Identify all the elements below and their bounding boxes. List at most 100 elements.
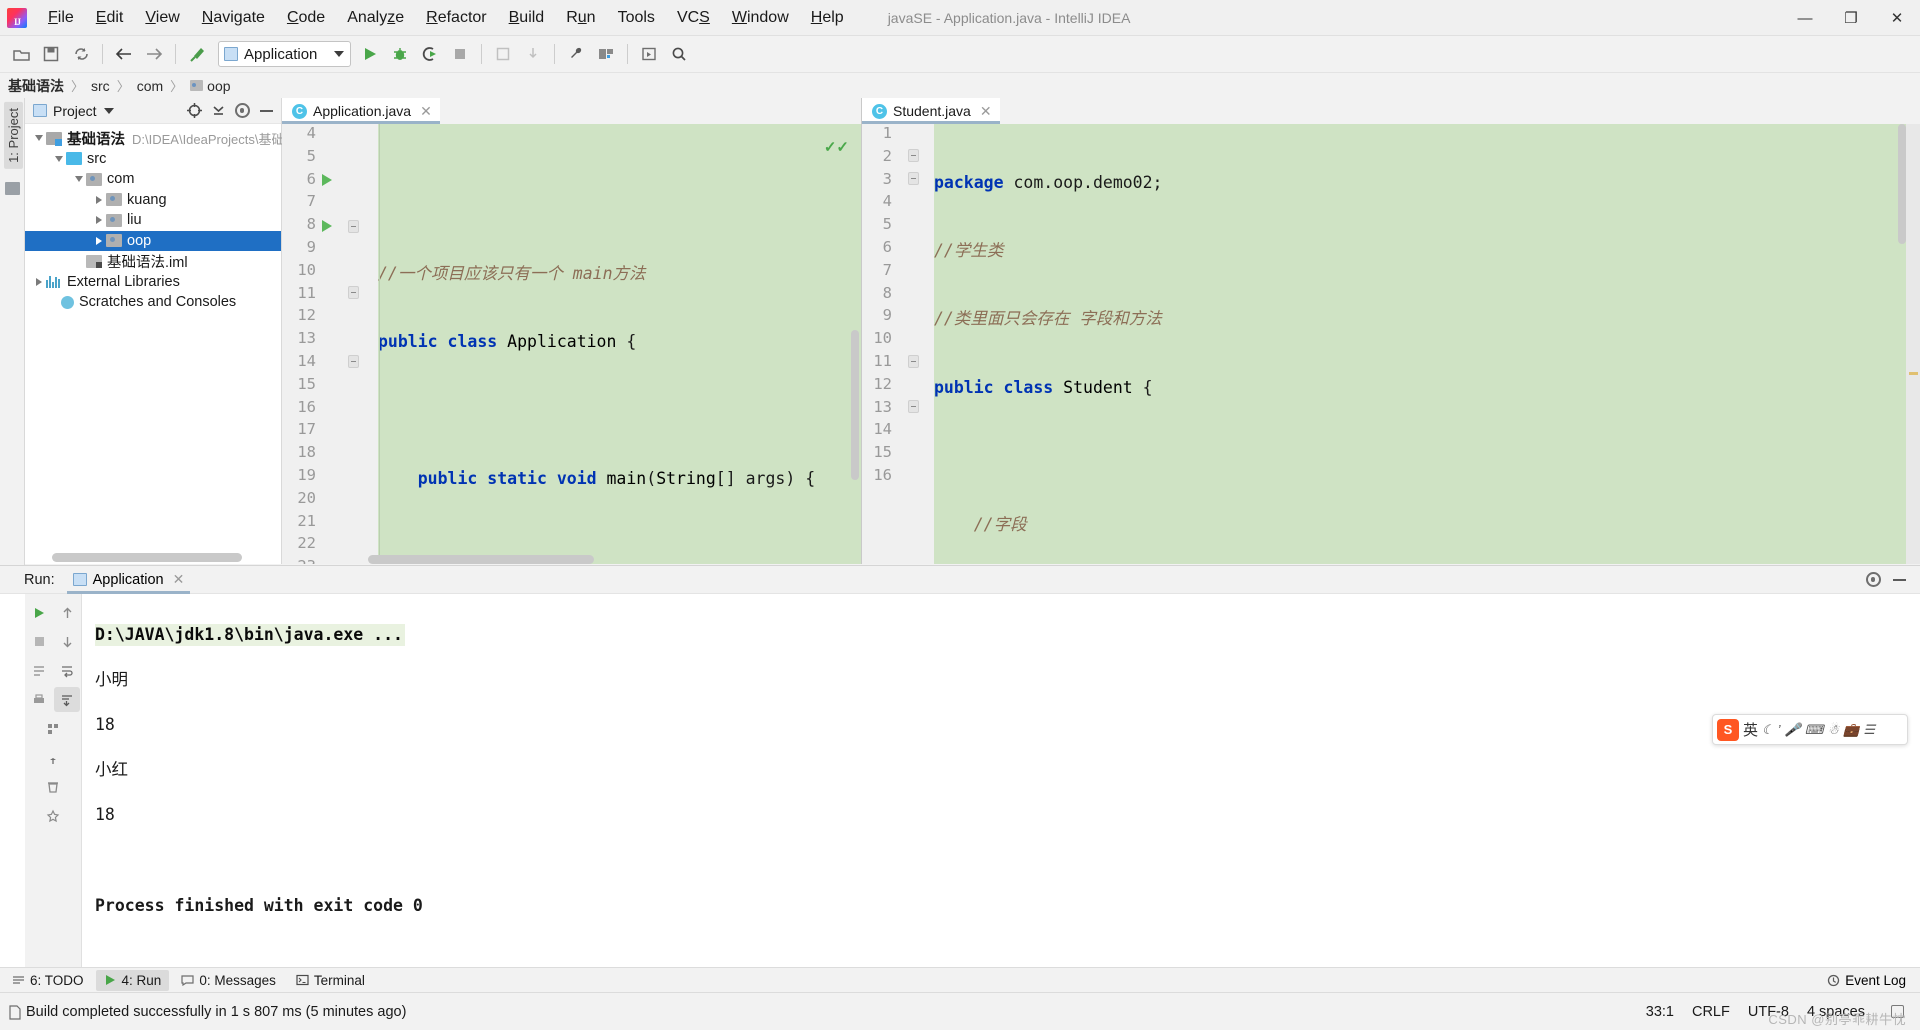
tree-node-com[interactable]: com xyxy=(25,169,281,190)
event-log-button[interactable]: Event Log xyxy=(1827,973,1906,988)
settings-wrench-icon[interactable] xyxy=(563,41,589,67)
run-with-coverage-icon[interactable] xyxy=(417,41,443,67)
editor-gutter-right[interactable]: 1 2 3 4 5 6 7 8 9 10 11 12 13 14 15 16 xyxy=(862,124,934,564)
fold-marker-icon[interactable] xyxy=(908,400,919,413)
debug-icon[interactable] xyxy=(387,41,413,67)
fold-marker-icon[interactable] xyxy=(908,172,919,185)
tree-node-liu[interactable]: liu xyxy=(25,210,281,231)
menu-icon[interactable]: ☰ xyxy=(1863,722,1875,738)
twisty-right-icon[interactable] xyxy=(31,277,46,286)
stop-icon[interactable] xyxy=(447,41,473,67)
search-everywhere-icon[interactable] xyxy=(666,41,692,67)
mic-icon[interactable]: 🎤 xyxy=(1785,722,1801,738)
forward-icon[interactable] xyxy=(141,41,167,67)
close-icon[interactable]: ✕ xyxy=(173,571,185,588)
keyboard-icon[interactable]: ⌨ xyxy=(1805,722,1824,738)
scroll-up-icon[interactable] xyxy=(54,600,80,625)
tree-node-iml[interactable]: 基础语法.iml xyxy=(25,251,281,272)
pin-icon[interactable] xyxy=(40,745,66,770)
line-separator[interactable]: CRLF xyxy=(1692,1004,1730,1020)
twisty-right-icon[interactable] xyxy=(91,216,106,225)
twisty-right-icon[interactable] xyxy=(91,236,106,245)
tool-tab-project[interactable]: 1: Project xyxy=(4,102,23,169)
stop-icon[interactable] xyxy=(26,629,52,654)
editor-gutter-left[interactable]: 4 5 6 7 8 9 10 11 12 13 14 15 16 17 18 1… xyxy=(282,124,378,564)
editor-hscrollbar-left[interactable] xyxy=(282,555,862,564)
close-icon[interactable]: ✕ xyxy=(420,103,432,120)
fold-marker-icon[interactable] xyxy=(908,149,919,162)
fold-marker-icon[interactable] xyxy=(348,286,359,299)
thread-dump-icon[interactable] xyxy=(26,658,52,683)
minimize-button[interactable]: — xyxy=(1782,0,1828,36)
tree-node-src[interactable]: src xyxy=(25,149,281,170)
menu-run[interactable]: Run xyxy=(555,6,606,30)
breadcrumb-item-2[interactable]: com xyxy=(137,78,163,94)
bottom-tab-messages[interactable]: 0: Messages xyxy=(173,970,284,991)
menu-tools[interactable]: Tools xyxy=(607,6,666,30)
scroll-to-end-icon[interactable] xyxy=(54,687,80,712)
gear-icon[interactable] xyxy=(1862,569,1884,591)
breadcrumb-item-0[interactable]: 基础语法 xyxy=(8,76,64,96)
run-console-output[interactable]: D:\JAVA\jdk1.8\bin\java.exe ... 小明 18 小红… xyxy=(83,594,1920,992)
inspection-mark[interactable] xyxy=(1909,372,1918,375)
caret-position[interactable]: 33:1 xyxy=(1646,1004,1674,1020)
editor-pane-application[interactable]: 4 5 6 7 8 9 10 11 12 13 14 15 16 17 18 1… xyxy=(282,124,862,564)
sogou-logo-icon[interactable]: S xyxy=(1717,718,1739,741)
emoji-icon[interactable]: ☃ xyxy=(1828,722,1840,738)
twisty-right-icon[interactable] xyxy=(91,195,106,204)
moon-icon[interactable]: ☾ xyxy=(1762,722,1774,738)
menu-edit[interactable]: Edit xyxy=(85,6,135,30)
run-gutter-icon[interactable] xyxy=(322,219,332,232)
tree-node-oop[interactable]: oop xyxy=(25,230,281,251)
editor-code-application[interactable]: //一个项目应该只有一个 main方法 public class Applica… xyxy=(378,124,861,564)
select-opened-file-icon[interactable] xyxy=(636,41,662,67)
rerun-icon[interactable] xyxy=(26,600,52,625)
maximize-button[interactable]: ❐ xyxy=(1828,0,1874,36)
sync-icon[interactable] xyxy=(68,41,94,67)
update-project-icon[interactable] xyxy=(490,41,516,67)
run-tab-application[interactable]: Application ✕ xyxy=(66,566,191,594)
ime-mode-label[interactable]: 英 xyxy=(1743,719,1758,740)
editor-vscrollbar-right[interactable] xyxy=(1898,124,1906,244)
twisty-down-icon[interactable] xyxy=(71,176,86,183)
close-icon[interactable]: ✕ xyxy=(980,103,992,120)
editor-tab-application-java[interactable]: C Application.java ✕ xyxy=(282,98,440,124)
breadcrumb-item-3-wrap[interactable]: oop xyxy=(190,78,231,94)
back-icon[interactable] xyxy=(111,41,137,67)
tree-node-external-libraries[interactable]: External Libraries xyxy=(25,272,281,293)
project-panel-hscrollbar[interactable] xyxy=(26,553,281,562)
bottom-tab-todo[interactable]: 6: TODO xyxy=(4,970,92,991)
run-gutter-icon[interactable] xyxy=(322,174,332,186)
menu-code[interactable]: Code xyxy=(276,6,336,30)
project-structure-icon[interactable] xyxy=(593,41,619,67)
commit-icon[interactable] xyxy=(520,41,546,67)
run-icon[interactable] xyxy=(357,41,383,67)
structure-view-icon[interactable] xyxy=(5,182,20,195)
menu-file[interactable]: File xyxy=(37,6,85,30)
hide-panel-icon[interactable] xyxy=(255,100,277,122)
menu-view[interactable]: View xyxy=(134,6,190,30)
editor-pane-student[interactable]: 1 2 3 4 5 6 7 8 9 10 11 12 13 14 15 16 p… xyxy=(862,124,1920,564)
menu-analyze[interactable]: Analyze xyxy=(336,6,415,30)
bottom-tab-terminal[interactable]: Terminal xyxy=(288,970,373,991)
menu-help[interactable]: Help xyxy=(800,6,855,30)
pinyin-icon[interactable]: ’ xyxy=(1778,722,1781,737)
hide-panel-icon[interactable] xyxy=(1888,569,1910,591)
editor-code-student[interactable]: package com.oop.demo02; //学生类 //类里面只会存在 … xyxy=(934,124,1920,564)
print-icon[interactable] xyxy=(26,687,52,712)
close-button[interactable]: ✕ xyxy=(1874,0,1920,36)
collapse-all-icon[interactable] xyxy=(207,100,229,122)
build-hammer-icon[interactable] xyxy=(184,41,210,67)
twisty-down-icon[interactable] xyxy=(51,155,66,162)
tree-node-scratches[interactable]: Scratches and Consoles xyxy=(25,292,281,313)
clear-all-icon[interactable] xyxy=(40,774,66,799)
chevron-down-icon[interactable] xyxy=(103,107,114,114)
menu-navigate[interactable]: Navigate xyxy=(191,6,276,30)
menu-build[interactable]: Build xyxy=(498,6,556,30)
gear-icon[interactable] xyxy=(231,100,253,122)
inspection-strip-right[interactable] xyxy=(1906,124,1920,564)
fold-marker-icon[interactable] xyxy=(348,355,359,368)
open-settings-icon[interactable] xyxy=(40,716,66,741)
twisty-down-icon[interactable] xyxy=(31,135,46,142)
tree-node-kuang[interactable]: kuang xyxy=(25,190,281,211)
